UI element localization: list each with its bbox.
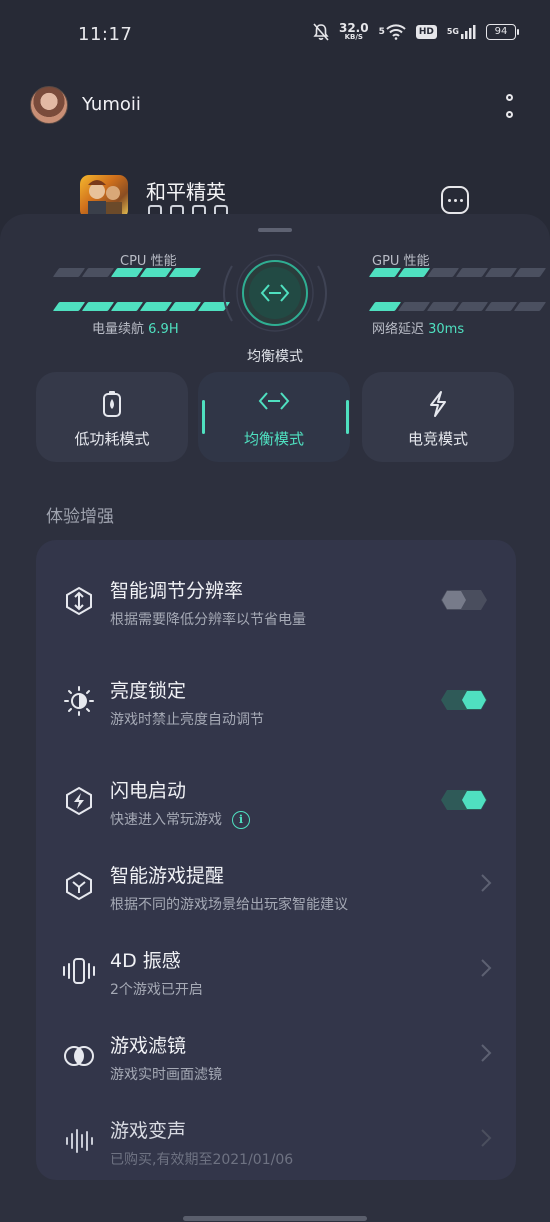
level-bar	[397, 268, 431, 277]
level-bar	[168, 268, 202, 277]
settings-list: 智能调节分辨率 根据需要降低分辨率以节省电量 亮度锁定 游戏时禁止亮度自动调节 …	[36, 540, 516, 1180]
level-bar	[110, 268, 144, 277]
level-bar	[110, 302, 144, 311]
brightness-icon	[62, 684, 96, 718]
battery-icon: 94	[486, 23, 519, 40]
drag-handle[interactable]	[258, 228, 292, 232]
network-latency-label: 网络延迟 30ms	[372, 322, 465, 337]
info-icon[interactable]: i	[232, 811, 250, 829]
chevron-right-icon	[481, 874, 492, 892]
level-bar	[455, 302, 489, 311]
network-latency-bars	[368, 302, 547, 311]
home-indicator[interactable]	[183, 1216, 367, 1221]
level-bar	[484, 268, 518, 277]
cpu-performance-bars	[52, 268, 202, 277]
level-bar	[426, 268, 460, 277]
mode-dial	[210, 246, 340, 341]
setting-game-filter[interactable]: 游戏滤镜 游戏实时画面滤镜	[36, 1005, 516, 1085]
net-speed: 32.0 KB/S	[338, 21, 369, 41]
hd-badge: HD	[415, 24, 437, 39]
setting-smart-game-reminder[interactable]: 智能游戏提醒 根据不同的游戏场景给出玩家智能建议	[36, 835, 516, 915]
chevron-right-icon	[481, 1129, 492, 1147]
filter-icon	[62, 1039, 96, 1073]
status-time: 11:17	[78, 24, 133, 45]
resolution-icon	[62, 584, 96, 618]
game-more-button[interactable]	[441, 186, 469, 214]
smart-resolution-toggle[interactable]	[439, 588, 489, 612]
gpu-performance-bars	[368, 268, 547, 277]
setting-voice-changer[interactable]: 游戏变声 已购买,有效期至2021/01/06	[36, 1090, 516, 1170]
more-options-button[interactable]	[498, 92, 520, 120]
active-indicator-right	[346, 400, 349, 434]
balance-arrows-icon	[198, 390, 350, 412]
game-name: 和平精英	[146, 180, 226, 204]
signal-icon: 5G	[447, 24, 476, 40]
vibration-icon	[62, 954, 96, 988]
smart-reminder-icon	[62, 869, 96, 903]
flash-launch-icon	[62, 784, 96, 818]
level-bar	[81, 302, 115, 311]
active-indicator-left	[202, 400, 205, 434]
setting-smart-resolution[interactable]: 智能调节分辨率 根据需要降低分辨率以节省电量	[36, 550, 516, 630]
flash-launch-toggle[interactable]	[439, 788, 489, 812]
level-bar	[455, 268, 489, 277]
setting-4d-vibration[interactable]: 4D 振感 2个游戏已开启	[36, 920, 516, 1000]
battery-life-label: 电量续航 6.9H	[92, 322, 179, 337]
battery-drop-icon	[36, 390, 188, 418]
username: Yumoii	[82, 94, 141, 115]
level-bar	[368, 302, 402, 311]
game-icon[interactable]	[80, 175, 128, 219]
dot-icon	[505, 94, 513, 101]
avatar[interactable]	[30, 86, 68, 124]
level-bar	[484, 302, 518, 311]
wifi-icon: 5	[379, 23, 406, 40]
setting-brightness-lock[interactable]: 亮度锁定 游戏时禁止亮度自动调节	[36, 650, 516, 730]
cpu-label: CPU 性能	[120, 254, 177, 269]
status-icons: 32.0 KB/S 5 HD 5G 94	[313, 21, 519, 41]
voice-changer-icon	[62, 1124, 96, 1158]
mode-esports-button[interactable]: 电竞模式	[362, 372, 514, 462]
level-bar	[513, 268, 547, 277]
level-bar	[139, 302, 173, 311]
level-bar	[139, 268, 173, 277]
level-bar	[168, 302, 202, 311]
level-bar	[52, 302, 86, 311]
level-bar	[52, 268, 86, 277]
mode-balanced-button[interactable]: 均衡模式	[198, 372, 350, 462]
status-bar: 11:17 32.0 KB/S 5 HD 5G 94	[0, 0, 550, 70]
gpu-label: GPU 性能	[372, 254, 430, 269]
level-bar	[426, 302, 460, 311]
battery-life-bars	[52, 302, 231, 311]
current-mode-label: 均衡模式	[247, 349, 303, 365]
section-title: 体验增强	[46, 507, 114, 527]
chevron-right-icon	[481, 1044, 492, 1062]
level-bar	[513, 302, 547, 311]
setting-flash-launch[interactable]: 闪电启动 快速进入常玩游戏 i	[36, 750, 516, 830]
level-bar	[368, 268, 402, 277]
mode-low-power-button[interactable]: 低功耗模式	[36, 372, 188, 462]
mute-bell-icon	[313, 22, 329, 41]
brightness-lock-toggle[interactable]	[439, 688, 489, 712]
lightning-icon	[362, 390, 514, 418]
chevron-right-icon	[481, 959, 492, 977]
level-bar	[397, 302, 431, 311]
level-bar	[81, 268, 115, 277]
dot-icon	[505, 111, 513, 118]
